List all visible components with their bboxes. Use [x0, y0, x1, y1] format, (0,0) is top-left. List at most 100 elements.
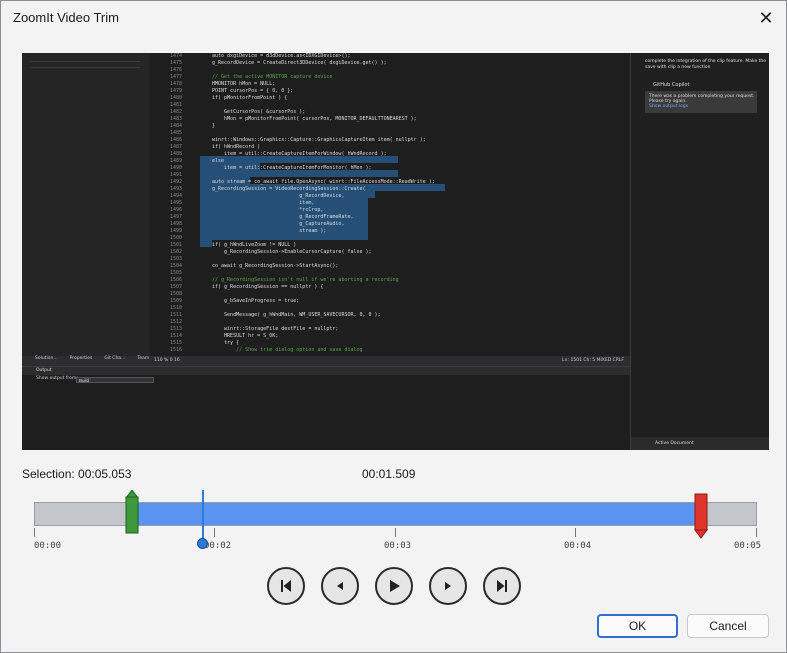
tick-label: 00:03 — [384, 541, 412, 551]
title-bar: ZoomIt Video Trim ✕ — [1, 1, 786, 35]
line-number: 1516 — [169, 347, 182, 353]
code-line: 1496 *rcCrop, — [150, 207, 630, 214]
trim-start-handle[interactable] — [125, 490, 139, 534]
copilot-text: complete the integration of the clip fea… — [645, 59, 767, 64]
skip-to-start-icon — [281, 580, 291, 592]
copilot-footer: Active Document — [631, 437, 769, 450]
line-number: 1504 — [169, 263, 182, 269]
ide-left-tabs: Solution... Properties Git Cha... Team Ex..… — [22, 356, 195, 366]
code-text: auto stream = co_await file.OpenAsync( w… — [212, 179, 435, 185]
trim-dialog: ZoomIt Video Trim ✕ Solution... Propertie… — [0, 0, 787, 653]
line-number: 1501 — [169, 242, 182, 248]
code-line: 1477 // Get the active MONITOR capture de… — [150, 74, 630, 81]
selection-duration: Selection: 00:05.053 — [22, 467, 132, 481]
code-line: 1478 HMONITOR hMon = NULL; — [150, 81, 630, 88]
code-line: 1505 — [150, 270, 630, 277]
code-line: 1510 — [150, 305, 630, 312]
panel-divider — [30, 67, 140, 68]
line-number: 1505 — [169, 270, 182, 276]
code-text: g_RecordFrameRate, — [212, 214, 354, 220]
code-line: 1483 hMon = pMonitorFromPoint( cursorPos… — [150, 116, 630, 123]
code-text: try { — [212, 340, 240, 346]
trim-end-handle[interactable] — [693, 493, 709, 539]
line-number: 1510 — [169, 305, 182, 311]
window-title: ZoomIt Video Trim — [13, 10, 119, 25]
step-back-button[interactable] — [321, 567, 359, 605]
code-text: HMONITOR hMon = NULL; — [212, 81, 276, 87]
playhead-knob[interactable] — [197, 538, 208, 549]
ide-tab: Properties — [69, 356, 93, 361]
code-line: 1506 // g_RecordingSession isn't null if … — [150, 277, 630, 284]
copilot-error-line: There was a problem completing your requ… — [649, 94, 755, 99]
copilot-error: There was a problem completing your requ… — [645, 91, 757, 113]
line-number: 1509 — [169, 298, 182, 304]
code-line: 1481 — [150, 102, 630, 109]
line-number: 1492 — [169, 179, 182, 185]
line-number: 1490 — [169, 165, 182, 171]
step-forward-icon — [445, 582, 451, 590]
line-number: 1483 — [169, 116, 182, 122]
copilot-error-link: Show output logs — [649, 104, 689, 109]
panel-divider — [30, 61, 140, 62]
code-line: 1499 stream ); — [150, 228, 630, 235]
code-line: 1491 — [150, 172, 630, 179]
code-line: 1487 if( hWndRecord ) — [150, 144, 630, 151]
step-forward-button[interactable] — [429, 567, 467, 605]
cancel-button[interactable]: Cancel — [687, 614, 769, 638]
code-text: SendMessage( g_hWndMain, WM_USER_SAVECUR… — [212, 312, 381, 318]
code-line: 1489 else — [150, 158, 630, 165]
code-line: 1495 item, — [150, 200, 630, 207]
code-line: 1514 HRESULT hr = S_OK; — [150, 333, 630, 340]
output-source-select: Build — [76, 377, 154, 383]
line-number: 1497 — [169, 214, 182, 220]
code-line: 1498 g_CaptureAudio, — [150, 221, 630, 228]
line-number: 1494 — [169, 193, 182, 199]
code-line: 1507 if( g_RecordingSession == nullptr ) … — [150, 284, 630, 291]
code-line: 1484} — [150, 123, 630, 130]
line-number: 1477 — [169, 74, 182, 80]
line-number: 1486 — [169, 137, 182, 143]
step-back-icon — [337, 582, 343, 590]
ide-tab: Git Cha... — [104, 356, 126, 361]
code-line: 1486 winrt::Windows::Graphics::Capture::G… — [150, 137, 630, 144]
code-line: 1515 try { — [150, 340, 630, 347]
ok-button[interactable]: OK — [597, 614, 678, 638]
code-text: HRESULT hr = S_OK; — [212, 333, 279, 339]
code-line: 1508 — [150, 291, 630, 298]
code-text: } — [212, 123, 216, 129]
code-text: g_RecordingSession->EnableCursorCapture(… — [212, 249, 372, 255]
code-line: 1502 g_RecordingSession->EnableCursorCap… — [150, 249, 630, 256]
code-text: item = util::CreateCaptureItemForMonitor… — [212, 165, 372, 171]
selected-range[interactable] — [138, 503, 698, 525]
skip-to-end-button[interactable] — [483, 567, 521, 605]
code-line: 1493 g_RecordingSession = VideoRecordingS… — [150, 186, 630, 193]
code-text: co_await g_RecordingSession->StartAsync(… — [212, 263, 339, 269]
code-text: if( pMonitorFromPoint ) { — [212, 95, 288, 101]
code-line: 1512 — [150, 319, 630, 326]
code-text: // Get the active MONITOR capture device — [212, 74, 333, 80]
code-editor: 110 % 0 16 Ln: 1501 Ch: 5 MIXED CRLF 147… — [150, 53, 630, 366]
code-line: 1476 — [150, 67, 630, 74]
code-text: if( g_RecordingSession == nullptr ) { — [212, 284, 324, 290]
line-number: 1500 — [169, 235, 182, 241]
code-text: POINT cursorPos = { 0, 0 }; — [212, 88, 294, 94]
cursor-position: Ln: 1501 Ch: 5 MIXED CRLF — [562, 358, 624, 363]
line-number: 1502 — [169, 249, 182, 255]
zoom-readout: 110 % 0 16 — [154, 358, 180, 363]
active-document-chip: Active Document — [655, 441, 694, 446]
timeline-tick — [575, 528, 576, 537]
skip-to-start-button[interactable] — [267, 567, 305, 605]
timeline-tick — [34, 528, 35, 537]
playhead[interactable] — [202, 490, 204, 542]
current-time: 00:01.509 — [362, 467, 416, 481]
code-text: g_RecordDevice = CreateDirect3DDevice( d… — [212, 60, 387, 66]
close-icon[interactable]: ✕ — [754, 7, 778, 29]
line-number: 1493 — [169, 186, 182, 192]
line-number: 1480 — [169, 95, 182, 101]
line-number: 1479 — [169, 88, 182, 94]
code-line: 1485 — [150, 130, 630, 137]
tick-label: 00:00 — [34, 541, 62, 551]
play-button[interactable] — [375, 567, 413, 605]
code-text: hMon = pMonitorFromPoint( cursorPos, MON… — [212, 116, 417, 122]
code-line: 1513 winrt::StorageFile destFile = nullp… — [150, 326, 630, 333]
